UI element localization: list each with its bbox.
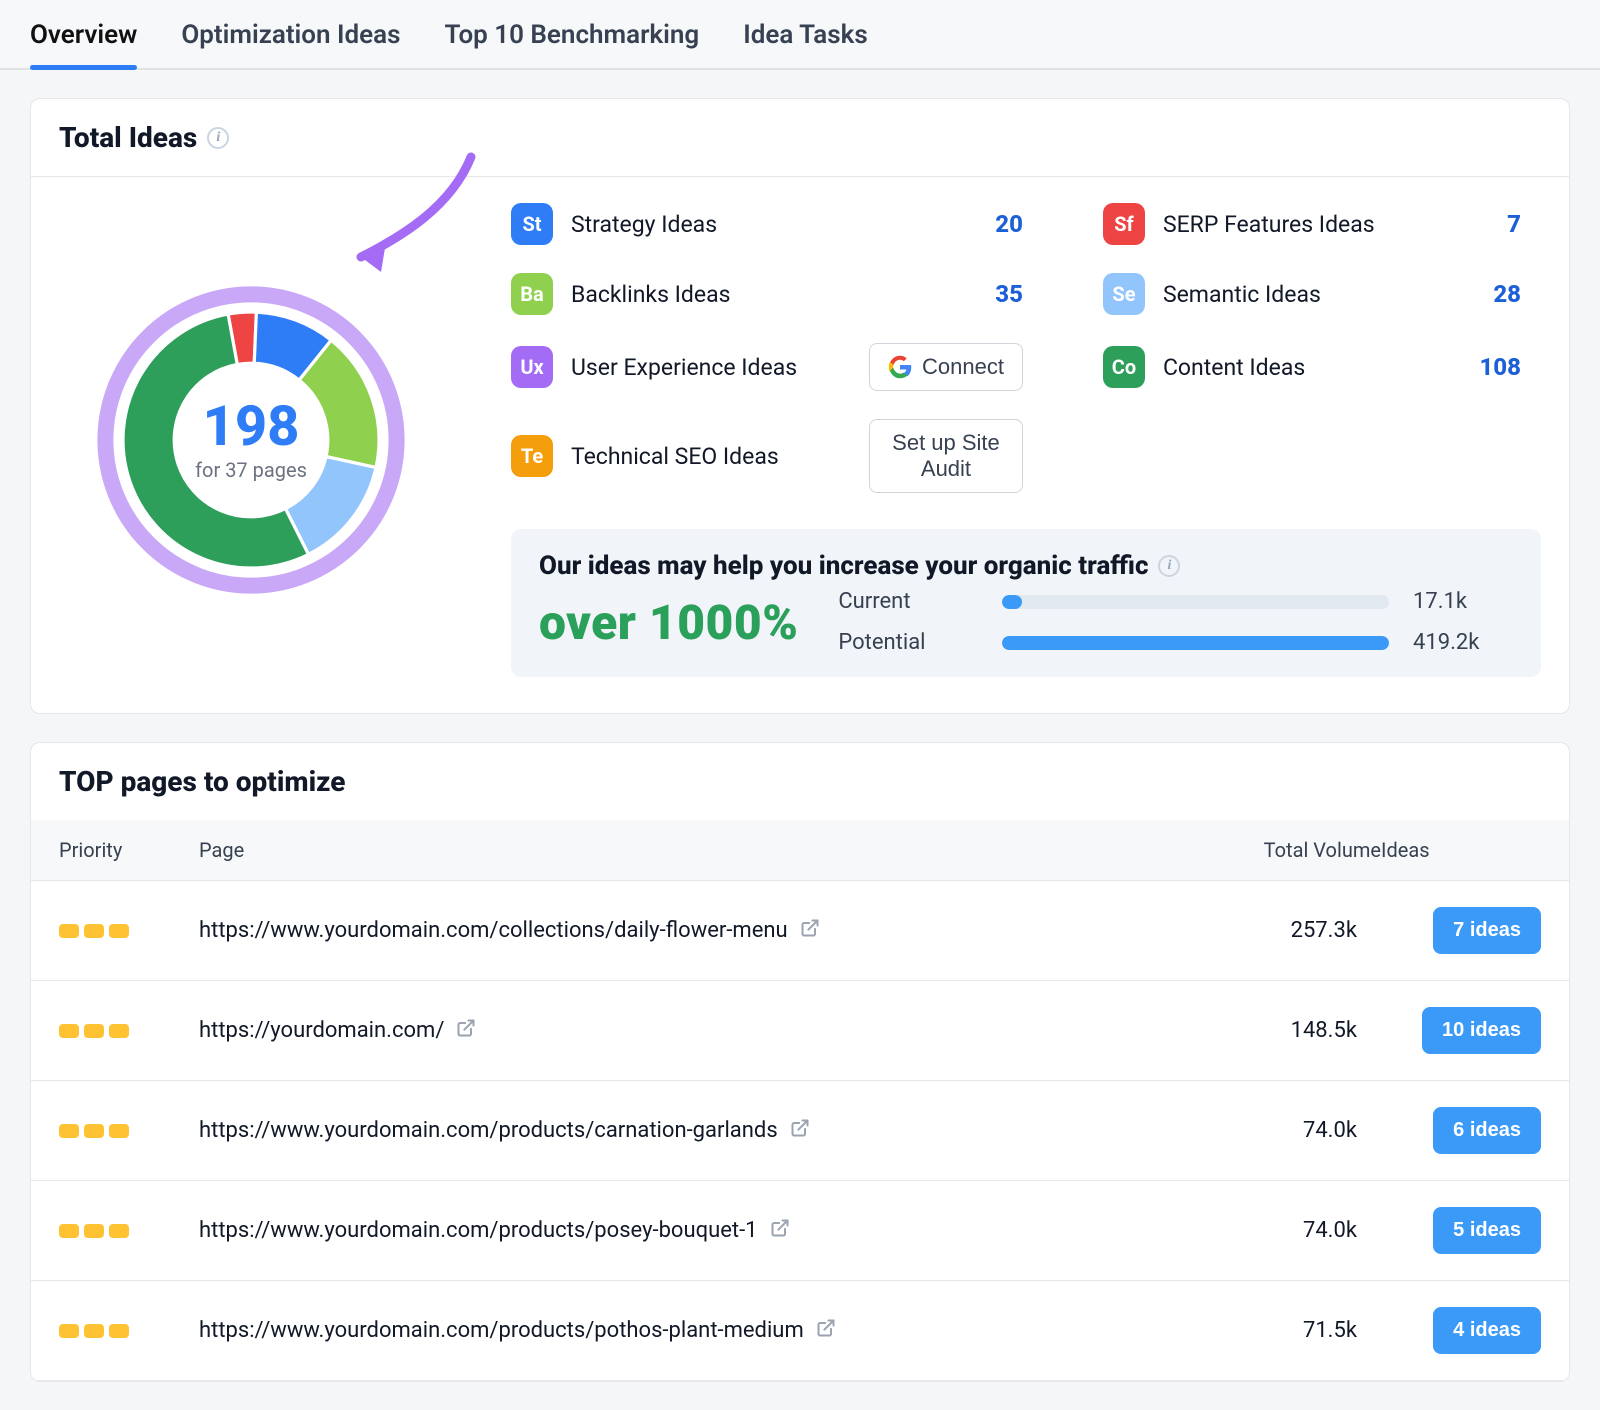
ideas-button[interactable]: 5 ideas [1433, 1207, 1541, 1254]
idea-label: SERP Features Ideas [1163, 211, 1443, 238]
idea-badge-te: Te [511, 435, 553, 477]
column-header: Page [199, 838, 1181, 862]
growth-row-label: Current [838, 589, 978, 614]
table-row: https://www.yourdomain.com/products/pose… [31, 1181, 1569, 1281]
setup-site-audit-button[interactable]: Set up Site Audit [869, 419, 1023, 493]
total-volume: 71.5k [1181, 1318, 1381, 1343]
idea-count[interactable]: 108 [1479, 353, 1541, 381]
idea-count[interactable]: 28 [1493, 280, 1541, 308]
idea-category-co: Co Content Ideas 108 [1103, 343, 1541, 391]
idea-label: Semantic Ideas [1163, 281, 1443, 308]
total-ideas-header: Total Ideas i [31, 99, 1569, 177]
idea-label: Technical SEO Ideas [571, 443, 851, 470]
page-url[interactable]: https://www.yourdomain.com/products/pose… [199, 1218, 1181, 1244]
tab-idea-tasks[interactable]: Idea Tasks [743, 20, 868, 68]
idea-count[interactable]: 7 [1507, 210, 1541, 238]
idea-label: Backlinks Ideas [571, 281, 851, 308]
growth-strip: Our ideas may help you increase your org… [511, 529, 1541, 677]
priority-indicator [59, 1024, 199, 1038]
growth-headline: Our ideas may help you increase your org… [539, 551, 1148, 581]
idea-category-ux: Ux User Experience Ideas Connect [511, 343, 1043, 391]
ideas-donut-chart: 198 for 37 pages [81, 203, 421, 677]
total-volume: 148.5k [1181, 1018, 1381, 1043]
growth-row-value: 419.2k [1413, 630, 1513, 655]
table-row: https://www.yourdomain.com/collections/d… [31, 881, 1569, 981]
table-row: https://www.yourdomain.com/products/carn… [31, 1081, 1569, 1181]
external-link-icon[interactable] [790, 1118, 810, 1144]
idea-category-st: St Strategy Ideas 20 [511, 203, 1043, 245]
tab-optimization-ideas[interactable]: Optimization Ideas [181, 20, 400, 68]
idea-badge-ba: Ba [511, 273, 553, 315]
external-link-icon[interactable] [770, 1218, 790, 1244]
top-pages-columns: PriorityPageTotal VolumeIdeas [31, 820, 1569, 881]
page-url[interactable]: https://www.yourdomain.com/collections/d… [199, 918, 1181, 944]
priority-indicator [59, 1324, 199, 1338]
page-url[interactable]: https://yourdomain.com/ [199, 1018, 1181, 1044]
idea-badge-ux: Ux [511, 346, 553, 388]
column-header: Ideas [1381, 838, 1541, 862]
idea-count[interactable]: 20 [995, 210, 1043, 238]
connect-google-button[interactable]: Connect [869, 343, 1023, 391]
idea-badge-co: Co [1103, 346, 1145, 388]
ideas-total: 198 [195, 398, 307, 454]
tab-top-10-benchmarking[interactable]: Top 10 Benchmarking [444, 20, 699, 68]
info-icon[interactable]: i [1158, 555, 1180, 577]
ideas-button[interactable]: 10 ideas [1422, 1007, 1541, 1054]
ideas-pages: for 37 pages [195, 458, 307, 482]
external-link-icon[interactable] [800, 918, 820, 944]
idea-badge-st: St [511, 203, 553, 245]
page-url[interactable]: https://www.yourdomain.com/products/poth… [199, 1318, 1181, 1344]
idea-label: Content Ideas [1163, 354, 1443, 381]
total-volume: 74.0k [1181, 1118, 1381, 1143]
priority-indicator [59, 1224, 199, 1238]
tabs-bar: Overview Optimization Ideas Top 10 Benchma… [0, 0, 1600, 70]
idea-count[interactable]: 35 [995, 280, 1043, 308]
tab-overview[interactable]: Overview [30, 20, 137, 68]
external-link-icon[interactable] [816, 1318, 836, 1344]
growth-percent: over 1000% [539, 594, 798, 651]
ideas-button[interactable]: 7 ideas [1433, 907, 1541, 954]
idea-label: Strategy Ideas [571, 211, 851, 238]
idea-category-se: Se Semantic Ideas 28 [1103, 273, 1541, 315]
column-header: Total Volume [1181, 838, 1381, 862]
total-ideas-card: Total Ideas i 198 for 37 pages St Strateg… [30, 98, 1570, 714]
idea-badge-se: Se [1103, 273, 1145, 315]
top-pages-title: TOP pages to optimize [59, 765, 345, 798]
growth-row-label: Potential [838, 630, 978, 655]
total-volume: 257.3k [1181, 918, 1381, 943]
external-link-icon[interactable] [456, 1018, 476, 1044]
top-pages-card: TOP pages to optimize PriorityPageTotal … [30, 742, 1570, 1382]
ideas-button[interactable]: 4 ideas [1433, 1307, 1541, 1354]
growth-bar [1002, 595, 1389, 609]
ideas-button[interactable]: 6 ideas [1433, 1107, 1541, 1154]
growth-bar [1002, 636, 1389, 650]
table-row: https://www.yourdomain.com/products/poth… [31, 1281, 1569, 1381]
priority-indicator [59, 924, 199, 938]
idea-category-sf: Sf SERP Features Ideas 7 [1103, 203, 1541, 245]
idea-label: User Experience Ideas [571, 354, 851, 381]
total-volume: 74.0k [1181, 1218, 1381, 1243]
column-header: Priority [59, 838, 199, 862]
idea-category-ba: Ba Backlinks Ideas 35 [511, 273, 1043, 315]
table-row: https://yourdomain.com/148.5k 10 ideas [31, 981, 1569, 1081]
idea-badge-sf: Sf [1103, 203, 1145, 245]
idea-category-te: Te Technical SEO Ideas Set up Site Audit [511, 419, 1043, 493]
page-url[interactable]: https://www.yourdomain.com/products/carn… [199, 1118, 1181, 1144]
total-ideas-title: Total Ideas [59, 121, 197, 154]
info-icon[interactable]: i [207, 127, 229, 149]
growth-row-value: 17.1k [1413, 589, 1513, 614]
priority-indicator [59, 1124, 199, 1138]
